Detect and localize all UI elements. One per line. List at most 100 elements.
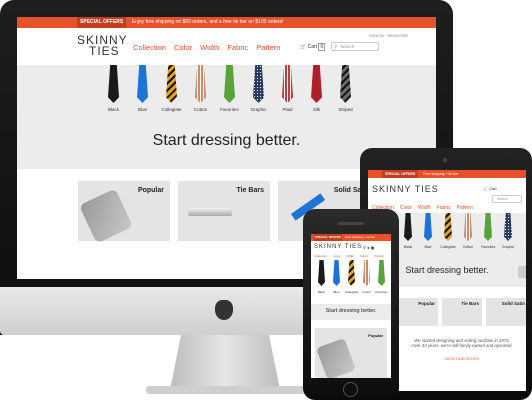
mobile-search-icon[interactable]: ⚲ [363, 245, 366, 250]
tablet-search-input[interactable]: Search [492, 195, 522, 203]
search-icon: ⚲ [334, 44, 338, 49]
tie-image [404, 213, 412, 241]
tie-label: Collegiate [161, 107, 182, 112]
tie-item-collegiate[interactable]: Collegiate [344, 260, 359, 294]
mobile-promo-bar: SPECIAL OFFERS Free shipping + tie bar [311, 234, 391, 241]
tie-image [137, 65, 148, 103]
tie-label: Blue [424, 245, 432, 249]
tie-strip: Black Blue Collegiate Cotton Favorites Graphi… [99, 65, 369, 115]
tie-image [282, 65, 293, 103]
promo-text[interactable]: Enjoy free shipping on $50 orders, and a… [132, 19, 284, 25]
tie-label: Plaid [282, 107, 293, 112]
nav-fabric[interactable]: Fabric [227, 43, 248, 52]
card-popular[interactable]: Popular [78, 181, 170, 244]
mobile-cart-icon[interactable]: ▣ [371, 245, 375, 250]
mobile-logo[interactable]: SKINNY TIES [314, 244, 362, 250]
tie-item-blue[interactable]: Blue [128, 65, 157, 112]
tie-image [318, 260, 325, 286]
tie-item-favorites[interactable]: Favorites [478, 213, 498, 249]
tie-image [504, 213, 512, 241]
tie-item-cotton[interactable]: Cotton [458, 213, 478, 249]
tie-item-plaid[interactable]: Plaid [273, 65, 302, 112]
tie-label: Striped [338, 107, 353, 112]
tie-item-striped[interactable]: Striped [331, 65, 360, 112]
tablet-promo-bar: SPECIAL OFFERS Free shipping + tie bar [368, 170, 526, 178]
nav-collection[interactable]: Collection [133, 43, 166, 52]
search-input[interactable]: ⚲ Search [331, 42, 379, 51]
tie-bar-image [188, 208, 232, 216]
account-links: SIGN IN · REGISTER [369, 33, 408, 38]
tablet-card-solid-satin[interactable]: Solid Satin [486, 298, 526, 326]
tie-label: Collegiate [440, 245, 456, 249]
tie-item-graphic[interactable]: Graphic [498, 213, 518, 249]
tie-item-blue[interactable]: Blue [418, 213, 438, 249]
cart[interactable]: 🛒 Cart 0 [300, 43, 326, 51]
tablet-promo-tag: SPECIAL OFFERS [382, 170, 419, 178]
tie-label: Collegiate [344, 290, 359, 294]
imac-stand-base [146, 386, 308, 394]
tie-image [333, 260, 340, 286]
sign-in-link[interactable]: SIGN IN [369, 33, 384, 38]
tablet-promo-text: Free shipping + tie bar [423, 172, 459, 176]
tie-label: Blue [333, 290, 340, 294]
logo-ties: TIES [89, 44, 120, 58]
tablet-tie-strip: Black Blue Collegiate Cotton Favorites Graphi… [398, 213, 518, 253]
iphone-home-button[interactable] [343, 382, 358, 397]
tie-item-blue[interactable]: Blue [329, 260, 344, 294]
tie-item-collegiate[interactable]: Collegiate [438, 213, 458, 249]
nav-width[interactable]: Width [200, 43, 219, 52]
apple-logo-icon [215, 300, 233, 320]
nav-color[interactable]: Color [174, 43, 192, 52]
tie-item-black[interactable]: Black [99, 65, 128, 112]
mobile-icons: ⚲ ● ▣ [363, 245, 374, 250]
tie-label: Favorites [375, 290, 388, 294]
tie-label: Graphic [501, 245, 515, 249]
promo-tag: SPECIAL OFFERS [77, 17, 127, 28]
carousel-next-arrow[interactable] [518, 266, 526, 278]
tie-image [444, 213, 452, 241]
cart-count: 0 [318, 43, 326, 51]
tie-item-cotton[interactable]: Cotton [186, 65, 215, 112]
nav-pattern[interactable]: Pattern [256, 43, 280, 52]
tie-item-black[interactable]: Black [398, 213, 418, 249]
tie-item-graphic[interactable]: Graphic [244, 65, 273, 112]
tie-item-silk[interactable]: Silk [302, 65, 331, 112]
card-title-tie-bars: Tie Bars [236, 187, 265, 194]
tablet-card-tie-bars[interactable]: Tie Bars [442, 298, 482, 326]
tablet-card-popular[interactable]: Popular [398, 298, 438, 326]
tie-item-black[interactable]: Black [314, 260, 329, 294]
tie-label: Black [403, 245, 413, 249]
tie-image [424, 213, 432, 241]
mobile-card-popular[interactable]: Popular [315, 328, 387, 378]
register-link[interactable]: REGISTER [387, 33, 407, 38]
tablet-logo[interactable]: SKINNY TIES [372, 184, 439, 194]
mobile-gray-tie-image [316, 337, 356, 378]
tie-item-favorites[interactable]: Favorites [215, 65, 244, 112]
story-text: We started designing and selling necktie… [411, 338, 513, 348]
tablet-cart[interactable]: 🛒 Cart [483, 186, 497, 191]
promo-bar: SPECIAL OFFERS Enjoy free shipping on $5… [17, 17, 436, 28]
tie-item-collegiate[interactable]: Collegiate [157, 65, 186, 112]
tie-label: Favorites [220, 107, 239, 112]
tie-image [253, 65, 264, 103]
imac-stand [170, 335, 280, 390]
card-tie-bars[interactable]: Tie Bars [178, 181, 270, 241]
tie-image [484, 213, 492, 241]
tie-image [340, 65, 351, 103]
tie-image [166, 65, 177, 103]
logo[interactable]: SKINNY TIES [77, 34, 128, 58]
tie-item-favorites[interactable]: Favorites [374, 260, 389, 294]
tie-image [311, 65, 322, 103]
tie-image [224, 65, 235, 103]
mobile-account-icon[interactable]: ● [367, 245, 369, 250]
tie-label: Favorites [480, 245, 496, 249]
tablet-cart-icon: 🛒 [483, 186, 488, 191]
tie-image [363, 260, 370, 286]
tie-label: Cotton [193, 107, 208, 112]
mobile-headline: Start dressing better. [325, 308, 377, 314]
view-our-story-link[interactable]: VIEW OUR STORY [398, 356, 526, 361]
ipad-camera [443, 158, 447, 162]
tie-label: Cotton [462, 245, 474, 249]
tie-item-cotton[interactable]: Cotton [359, 260, 374, 294]
main-nav: Collection Color Width Fabric Pattern [133, 43, 286, 52]
